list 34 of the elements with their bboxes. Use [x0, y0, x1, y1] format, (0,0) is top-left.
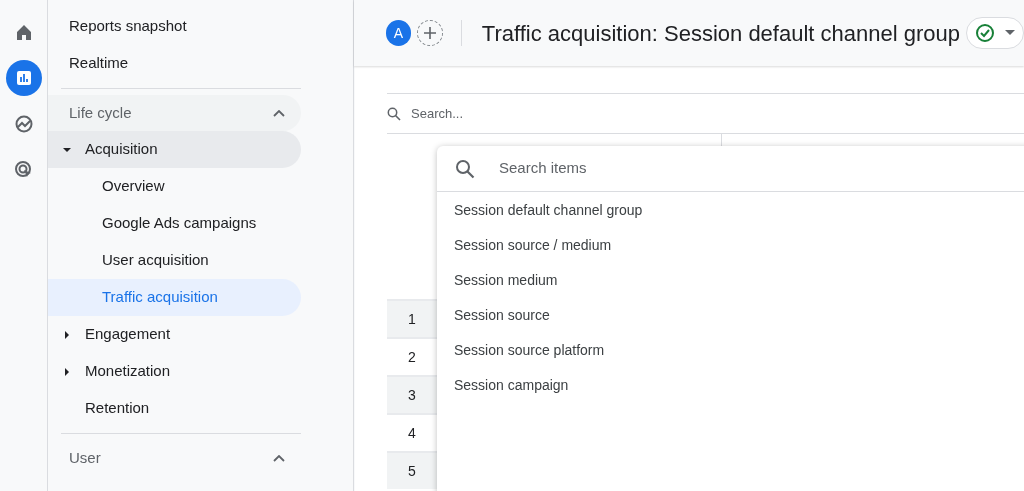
caret-icon	[1005, 30, 1015, 36]
trend-chart-icon	[13, 114, 34, 134]
dropdown-item[interactable]: Session source / medium	[437, 228, 1024, 263]
sidebar-link[interactable]: Reports snapshot	[48, 8, 301, 45]
sidebar-item[interactable]: Retention	[48, 390, 301, 427]
section-header[interactable]: User	[48, 440, 301, 476]
status-dropdown[interactable]	[966, 17, 1024, 49]
search-items-field[interactable]: Search items	[499, 157, 899, 180]
dropdown-item[interactable]: Session campaign	[437, 368, 1024, 403]
section-header[interactable]: Life cycle	[48, 95, 301, 131]
sidebar-item[interactable]: Engagement	[48, 316, 301, 353]
avatar[interactable]: A	[385, 20, 412, 46]
row-number: 5	[387, 451, 437, 489]
sidebar-item[interactable]: Google Ads campaigns	[48, 205, 301, 242]
sidebar-item[interactable]: Overview	[48, 168, 301, 205]
plus-icon	[423, 26, 437, 40]
sidebar-link[interactable]: Realtime	[48, 45, 301, 82]
sidebar-item[interactable]: Traffic acquisition	[48, 279, 301, 316]
dropdown-item[interactable]: Session default channel group	[437, 193, 1024, 228]
row-number: 1	[387, 299, 437, 337]
sidebar-item[interactable]: Acquisition	[48, 131, 301, 168]
dropdown-item[interactable]: Session source platform	[437, 333, 1024, 368]
sidebar-item[interactable]: User acquisition	[48, 242, 301, 279]
check-circle-icon	[975, 23, 995, 43]
dropdown-item[interactable]: Session medium	[437, 263, 1024, 298]
target-cursor-icon	[13, 160, 34, 180]
search-icon	[455, 158, 475, 179]
rail-button[interactable]	[5, 60, 42, 96]
table-search-field[interactable]: Search...	[411, 103, 711, 124]
dropdown-item[interactable]: Session source	[437, 298, 1024, 333]
search-icon	[387, 106, 401, 121]
sidebar-item[interactable]: Monetization	[48, 353, 301, 390]
page-title: Traffic acquisition: Session default channel group	[481, 19, 960, 48]
row-number: 3	[387, 375, 437, 413]
